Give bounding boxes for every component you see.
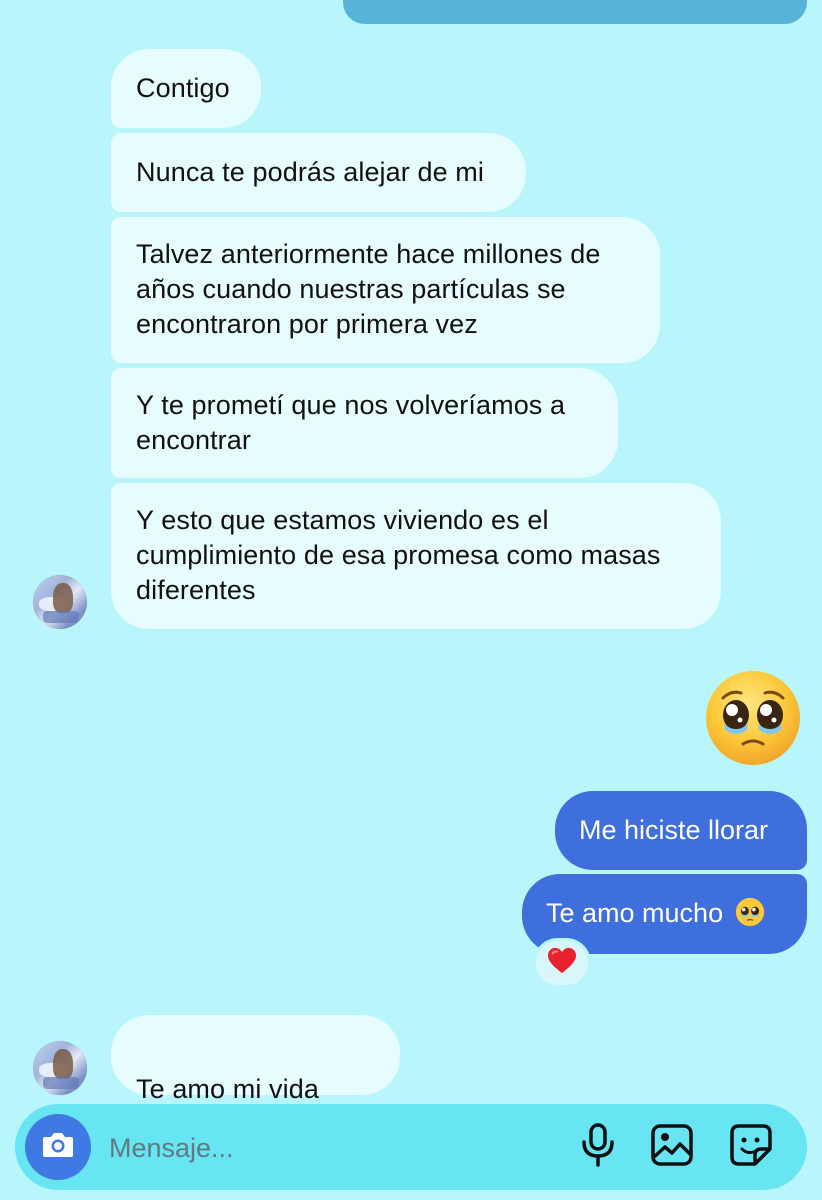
received-message[interactable]: Contigo: [111, 49, 261, 128]
previous-sent-message-bubble[interactable]: [343, 0, 807, 24]
message-input[interactable]: [107, 1122, 531, 1174]
received-message[interactable]: Te amo mi vida: [111, 1015, 400, 1170]
microphone-button[interactable]: [574, 1122, 622, 1172]
camera-icon: [41, 1130, 75, 1165]
contact-avatar[interactable]: [33, 575, 87, 629]
received-message[interactable]: Nunca te podrás alejar de mi: [111, 133, 526, 212]
red-heart-emoji: [547, 947, 577, 980]
received-message[interactable]: Y te prometí que nos volveríamos a encon…: [111, 368, 618, 478]
sticker-button[interactable]: [727, 1123, 775, 1171]
heart-reaction[interactable]: [533, 938, 591, 988]
pleading-face-emoji: [735, 897, 765, 936]
sticker-icon: [729, 1123, 773, 1172]
message-text: Y te prometí que nos volveríamos a encon…: [136, 390, 566, 455]
gallery-icon: [650, 1123, 694, 1172]
message-text: Y esto que estamos viviendo es el cumpli…: [136, 505, 661, 605]
message-composer: [15, 1104, 807, 1190]
pleading-face-emoji[interactable]: [703, 668, 803, 768]
received-message[interactable]: Y esto que estamos viviendo es el cumpli…: [111, 483, 721, 629]
contact-avatar[interactable]: [33, 1041, 87, 1095]
message-text: Contigo: [136, 73, 230, 103]
camera-button[interactable]: [25, 1114, 91, 1180]
gallery-button[interactable]: [648, 1123, 696, 1171]
message-text: Te amo mi vida: [136, 1074, 319, 1104]
message-text: Te amo mucho: [546, 898, 724, 928]
message-text: Nunca te podrás alejar de mi: [136, 157, 484, 187]
received-message[interactable]: Talvez anteriormente hace millones de añ…: [111, 217, 660, 363]
sent-message[interactable]: Me hiciste llorar: [555, 791, 807, 870]
microphone-icon: [580, 1122, 616, 1172]
message-text: Talvez anteriormente hace millones de añ…: [136, 239, 601, 339]
message-text: Me hiciste llorar: [579, 815, 769, 845]
